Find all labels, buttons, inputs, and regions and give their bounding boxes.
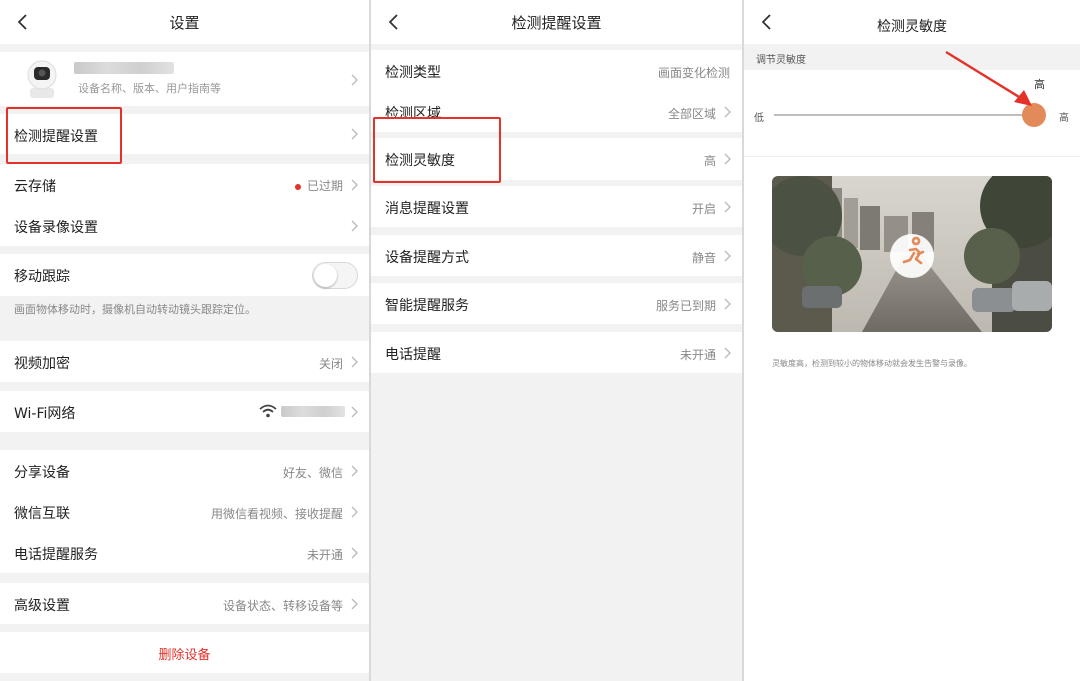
- chevron-right-icon: [351, 547, 358, 559]
- phone-service-value: 未开通: [306, 548, 343, 562]
- detection-group: 检测类型 画面变化检测 检测区域 全部区域: [371, 50, 742, 132]
- chevron-right-icon: [351, 74, 358, 86]
- message-reminder-value: 开启: [691, 202, 716, 216]
- page-title: 检测灵敏度: [877, 19, 947, 35]
- reminder-method-row[interactable]: 设备提醒方式 静音: [371, 235, 742, 276]
- phone-reminder-value: 未开通: [679, 348, 716, 362]
- video-encryption-label: 视频加密: [14, 356, 70, 372]
- detection-type-row[interactable]: 检测类型 画面变化检测: [371, 50, 742, 91]
- sensitivity-slider-track[interactable]: [774, 114, 1034, 116]
- chevron-right-icon: [724, 298, 731, 310]
- divider: [744, 156, 1080, 157]
- sensitivity-description: 灵敏度高，检测到较小的物体移动就会发生告警与录像。: [772, 359, 972, 368]
- advanced-settings-value: 设备状态、转移设备等: [222, 599, 343, 613]
- motion-tracking-label: 移动跟踪: [14, 269, 70, 285]
- chevron-right-icon: [724, 106, 731, 118]
- wechat-label: 微信互联: [14, 506, 70, 522]
- chevron-right-icon: [351, 356, 358, 368]
- message-reminder-row[interactable]: 消息提醒设置 开启: [371, 186, 742, 227]
- detection-type-label: 检测类型: [385, 65, 441, 81]
- detection-sensitivity-label: 检测灵敏度: [385, 153, 455, 169]
- smart-reminder-label: 智能提醒服务: [385, 298, 469, 314]
- phone-service-label: 电话提醒服务: [14, 547, 98, 563]
- phone-service-row[interactable]: 电话提醒服务 未开通: [0, 532, 369, 573]
- detection-type-value: 画面变化检测: [657, 66, 730, 80]
- cloud-storage-label: 云存储: [14, 179, 56, 195]
- smart-reminder-row[interactable]: 智能提醒服务 服务已到期: [371, 283, 742, 324]
- delete-device-row[interactable]: 删除设备: [0, 632, 369, 673]
- chevron-right-icon: [351, 465, 358, 477]
- phone-reminder-row[interactable]: 电话提醒 未开通: [371, 332, 742, 373]
- section-label: 调节灵敏度: [756, 55, 806, 66]
- advanced-settings-row[interactable]: 高级设置 设备状态、转移设备等: [0, 583, 369, 624]
- motion-tracking-row: 移动跟踪: [0, 254, 369, 296]
- recording-label: 设备录像设置: [14, 220, 98, 236]
- chevron-right-icon: [351, 598, 358, 610]
- share-row[interactable]: 分享设备 好友、微信: [0, 450, 369, 491]
- detection-settings-row[interactable]: 检测提醒设置: [0, 114, 369, 154]
- chevron-right-icon: [724, 153, 731, 165]
- device-subtitle: 设备名称、版本、用户指南等: [78, 82, 221, 95]
- wifi-icon: [259, 404, 277, 418]
- chevron-right-icon: [351, 128, 358, 140]
- video-encryption-value: 关闭: [318, 357, 343, 371]
- detection-area-label: 检测区域: [385, 106, 441, 122]
- slider-high-label: 高: [1059, 113, 1069, 124]
- wifi-name-redacted: [281, 406, 345, 417]
- sensitivity-screen: 检测灵敏度 调节灵敏度 高 低 高 灵敏度高，检测到较小的物体移动就会发生告警与…: [744, 0, 1080, 681]
- message-reminder-label: 消息提醒设置: [385, 201, 469, 217]
- slider-low-label: 低: [754, 113, 764, 124]
- chevron-right-icon: [724, 250, 731, 262]
- annotation-arrow-icon: [945, 50, 1032, 106]
- reminder-method-label: 设备提醒方式: [385, 250, 469, 266]
- motion-tracking-note: 画面物体移动时，摄像机自动转动镜头跟踪定位。: [14, 303, 256, 316]
- top-bar: 设置: [0, 0, 369, 44]
- page-title: 设置: [169, 14, 200, 32]
- share-value: 好友、微信: [282, 466, 343, 480]
- status-dot: [294, 183, 301, 190]
- advanced-settings-label: 高级设置: [14, 598, 70, 614]
- wifi-row[interactable]: Wi-Fi网络: [0, 391, 369, 432]
- delete-device-button[interactable]: 删除设备: [0, 644, 369, 663]
- street-scene-image: [772, 176, 1052, 332]
- reminder-method-value: 静音: [691, 251, 716, 265]
- motion-tracking-toggle[interactable]: [312, 262, 358, 289]
- recording-row[interactable]: 设备录像设置: [0, 205, 369, 246]
- detection-settings-screen: 检测提醒设置 检测类型 画面变化检测 检测区域 全部区域 检测灵敏度 高 消息提…: [371, 0, 742, 681]
- phone-reminder-label: 电话提醒: [385, 347, 441, 363]
- page-title: 检测提醒设置: [511, 14, 602, 32]
- video-encryption-row[interactable]: 视频加密 关闭: [0, 341, 369, 382]
- smart-reminder-value: 服务已到期: [655, 299, 716, 313]
- wifi-label: Wi-Fi网络: [14, 406, 76, 422]
- camera-icon: [27, 60, 57, 98]
- chevron-right-icon: [724, 347, 731, 359]
- share-label: 分享设备: [14, 465, 70, 481]
- settings-screen: 设置 设备名称、版本、用户指南等 检测提醒设置 云存储 已过期 设备录像设置 移…: [0, 0, 369, 681]
- device-name-redacted: [74, 62, 174, 74]
- detection-area-value: 全部区域: [667, 107, 716, 121]
- preview-image: [772, 176, 1052, 332]
- detection-sensitivity-value: 高: [703, 154, 716, 168]
- chevron-right-icon: [351, 220, 358, 232]
- chevron-right-icon: [351, 406, 358, 418]
- detection-sensitivity-row[interactable]: 检测灵敏度 高: [371, 138, 742, 180]
- cloud-storage-row[interactable]: 云存储 已过期: [0, 164, 369, 205]
- chevron-right-icon: [351, 179, 358, 191]
- wechat-row[interactable]: 微信互联 用微信看视频、接收提醒: [0, 491, 369, 532]
- storage-group: 云存储 已过期 设备录像设置: [0, 164, 369, 246]
- chevron-right-icon: [724, 201, 731, 213]
- cloud-storage-value: 已过期: [294, 177, 343, 194]
- sharing-group: 分享设备 好友、微信 微信互联 用微信看视频、接收提醒 电话提醒服务 未开通: [0, 450, 369, 573]
- toggle-knob: [314, 264, 337, 287]
- top-bar: 检测灵敏度: [744, 0, 1080, 44]
- detection-area-row[interactable]: 检测区域 全部区域: [371, 91, 742, 132]
- device-info-row[interactable]: 设备名称、版本、用户指南等: [0, 52, 369, 106]
- top-bar: 检测提醒设置: [371, 0, 742, 44]
- chevron-right-icon: [351, 506, 358, 518]
- detection-settings-label: 检测提醒设置: [14, 129, 98, 145]
- wechat-value: 用微信看视频、接收提醒: [210, 507, 343, 521]
